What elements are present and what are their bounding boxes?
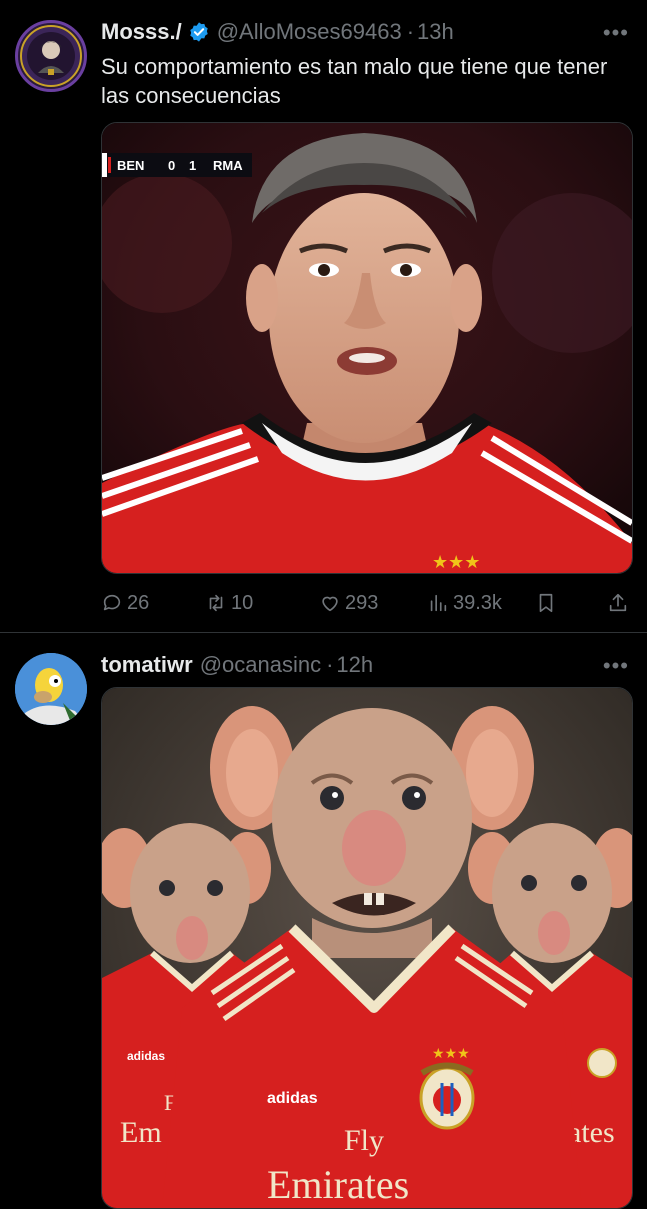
scoreboard: BEN 0 1 RMA <box>102 153 252 177</box>
like-icon <box>322 596 338 612</box>
avatar-image <box>20 25 82 87</box>
like-count: 293 <box>345 591 379 614</box>
display-name[interactable]: tomatiwr <box>101 652 193 678</box>
bookmark-icon <box>539 593 553 613</box>
reply-icon <box>103 594 121 611</box>
handle[interactable]: @AlloMoses69463 <box>217 19 402 45</box>
tweet-2[interactable]: tomatiwr @ocanasinc · 12h ••• adidas F E… <box>0 633 647 1209</box>
avatar-image <box>15 653 87 725</box>
tweet-1[interactable]: Mosss./ @AlloMoses69463 · 13h ••• Su com… <box>0 0 647 632</box>
handle[interactable]: @ocanasinc <box>200 652 321 678</box>
share-icon <box>609 593 627 612</box>
timestamp[interactable]: 13h <box>417 19 454 45</box>
svg-text:★★★: ★★★ <box>432 1046 470 1062</box>
view-count: 39.3k <box>453 591 502 614</box>
brand-left: adidas <box>127 1049 165 1063</box>
views-button[interactable]: 39.3k <box>427 588 502 618</box>
repost-button[interactable]: 10 <box>205 588 253 618</box>
score-away-team: RMA <box>213 158 243 173</box>
views-icon <box>430 594 447 612</box>
more-icon[interactable]: ••• <box>603 653 629 679</box>
sponsor-bottom: Emirates <box>267 1162 409 1207</box>
more-icon[interactable]: ••• <box>603 20 629 46</box>
tweet-text: Su comportamiento es tan malo que tiene … <box>101 54 608 108</box>
brand-center: adidas <box>267 1090 318 1107</box>
tweet-header: tomatiwr @ocanasinc · 12h <box>101 650 373 680</box>
separator: · <box>406 19 415 44</box>
avatar[interactable] <box>15 653 87 725</box>
display-name[interactable]: Mosss./ <box>101 19 182 45</box>
repost-icon <box>209 594 223 612</box>
score-away: 1 <box>189 158 196 173</box>
repost-count: 10 <box>231 591 254 614</box>
like-button[interactable]: 293 <box>319 588 378 618</box>
verified-icon <box>189 22 208 42</box>
tweet-image[interactable]: adidas F Em y ates <box>101 687 633 1209</box>
sponsor-left: Em <box>120 1116 162 1149</box>
bookmark-button[interactable] <box>535 588 561 618</box>
tweet-image[interactable]: ★★★ BEN 0 1 RMA <box>101 122 633 574</box>
separator: · <box>326 652 334 677</box>
sponsor-top: Fly <box>344 1124 384 1157</box>
timestamp[interactable]: 12h <box>336 652 373 678</box>
svg-text:★★★: ★★★ <box>432 552 480 573</box>
reply-count: 26 <box>127 591 150 614</box>
share-button[interactable] <box>607 588 633 618</box>
tweet-actions: 26 10 293 39.3k <box>101 588 631 618</box>
tweet-header: Mosss./ @AlloMoses69463 · 13h <box>101 17 454 47</box>
player-photo: ★★★ BEN 0 1 RMA <box>102 123 632 573</box>
score-home: 0 <box>168 158 175 173</box>
rat-fans-image: adidas F Em y ates <box>102 688 632 1208</box>
score-home-team: BEN <box>117 158 144 173</box>
reply-button[interactable]: 26 <box>101 588 149 618</box>
avatar[interactable] <box>15 20 87 92</box>
